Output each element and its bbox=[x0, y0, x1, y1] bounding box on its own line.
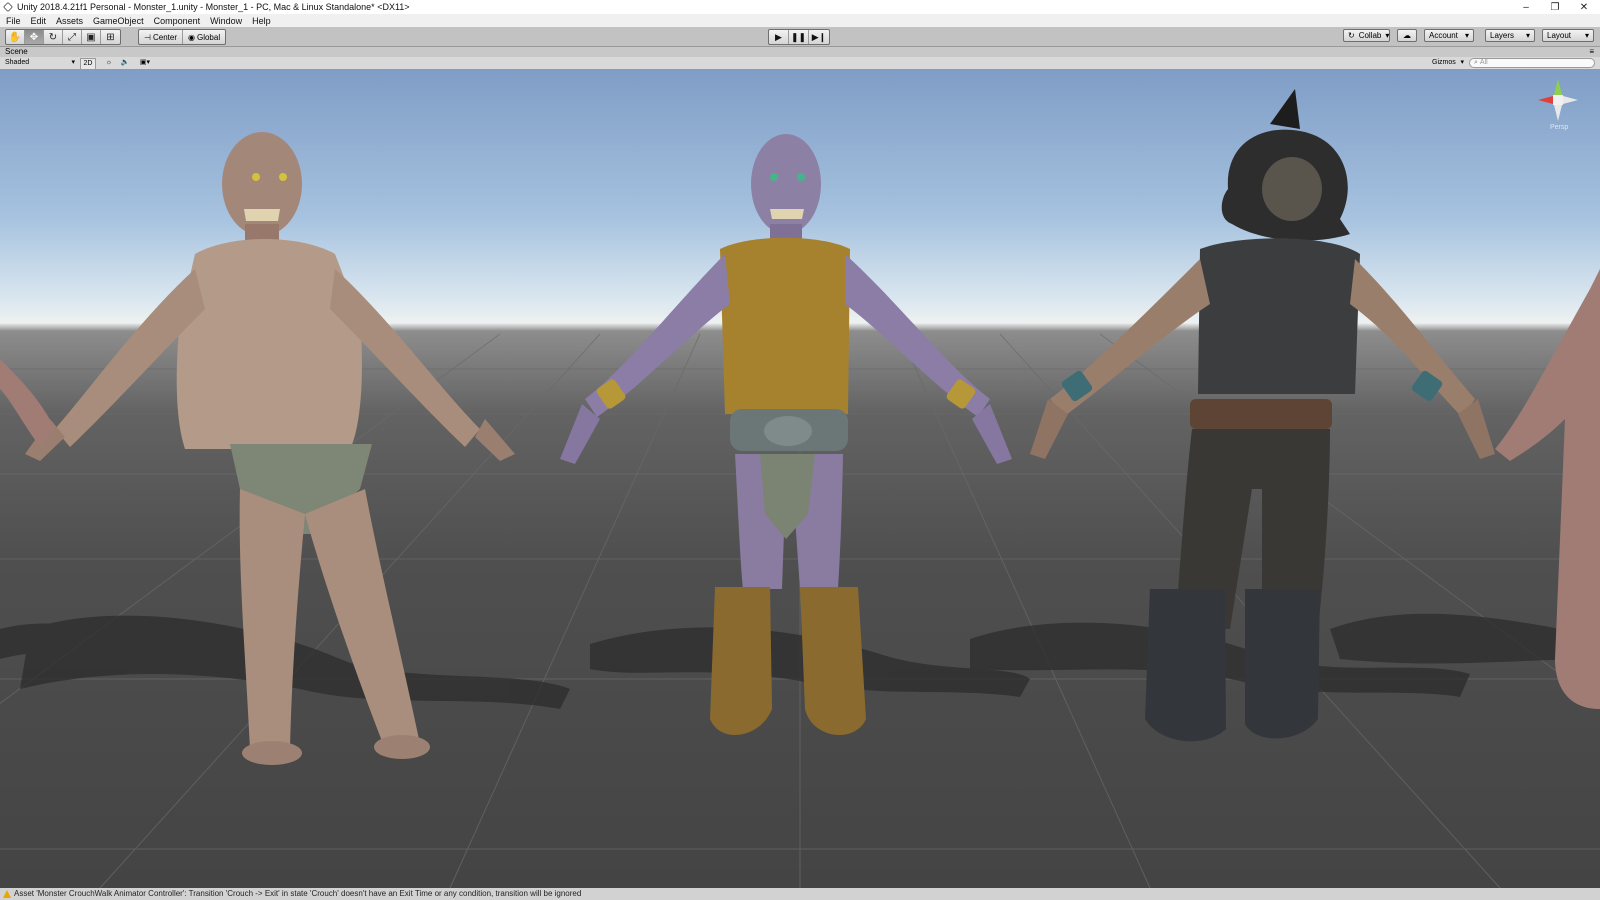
menu-window[interactable]: Window bbox=[210, 16, 242, 26]
scene-render bbox=[0, 89, 1600, 888]
step-button[interactable]: ▶❙ bbox=[809, 30, 829, 44]
chevron-down-icon: ▾ bbox=[1460, 59, 1464, 66]
offscreen-monster-left bbox=[0, 359, 55, 447]
menu-help[interactable]: Help bbox=[252, 16, 271, 26]
minimize-button[interactable]: – bbox=[1512, 0, 1540, 14]
menu-bar: File Edit Assets GameObject Component Wi… bbox=[0, 14, 1600, 27]
cloud-button[interactable]: ☁ bbox=[1397, 29, 1417, 42]
window-titlebar: Unity 2018.4.21f1 Personal - Monster_1.u… bbox=[0, 0, 1600, 14]
globe-icon: ◉ bbox=[187, 32, 195, 42]
pivot-center-button[interactable]: ⊣ Center bbox=[139, 30, 183, 44]
playback-controls: ▶ ❚❚ ▶❙ bbox=[768, 29, 830, 45]
scale-tool-icon[interactable]: ⤢ bbox=[63, 30, 82, 44]
chevron-down-icon: ▾ bbox=[1584, 31, 1589, 40]
pivot-toggles: ⊣ Center ◉ Global bbox=[138, 29, 227, 45]
chevron-down-icon: ▾ bbox=[1525, 31, 1530, 40]
menu-edit[interactable]: Edit bbox=[31, 16, 47, 26]
layers-dropdown[interactable]: Layers ▾ bbox=[1485, 29, 1535, 42]
scene-tab-label: Scene bbox=[5, 47, 28, 56]
transform-tools: ✋ ✥ ↻ ⤢ ▣ ⊞ bbox=[5, 29, 121, 45]
account-button[interactable]: Account ▾ bbox=[1424, 29, 1474, 42]
rotate-tool-icon[interactable]: ↻ bbox=[44, 30, 63, 44]
layout-dropdown[interactable]: Layout ▾ bbox=[1542, 29, 1594, 42]
chevron-down-icon: ▾ bbox=[1385, 31, 1390, 40]
console-message: Asset 'Monster CrouchWalk Animator Contr… bbox=[14, 889, 582, 898]
gizmos-dropdown[interactable]: Gizmos ▾ bbox=[1432, 58, 1464, 68]
lighting-toggle-icon[interactable]: ☼ bbox=[103, 58, 115, 68]
pause-button[interactable]: ❚❚ bbox=[789, 30, 809, 44]
menu-component[interactable]: Component bbox=[154, 16, 201, 26]
effects-toggle-icon[interactable]: ▣▾ bbox=[136, 58, 154, 68]
collab-icon: ↻ bbox=[1348, 31, 1355, 40]
play-button[interactable]: ▶ bbox=[769, 30, 789, 44]
chevron-down-icon: ▾ bbox=[71, 59, 75, 66]
console-status-bar[interactable]: Asset 'Monster CrouchWalk Animator Contr… bbox=[0, 888, 1600, 900]
window-title: Unity 2018.4.21f1 Personal - Monster_1.u… bbox=[17, 2, 410, 12]
collab-button[interactable]: ↻ Collab ▾ bbox=[1343, 29, 1390, 42]
menu-file[interactable]: File bbox=[6, 16, 21, 26]
move-tool-icon[interactable]: ✥ bbox=[25, 30, 44, 44]
audio-toggle-icon[interactable]: 🔈 bbox=[119, 58, 131, 68]
cloud-icon: ☁ bbox=[1403, 31, 1411, 40]
tab-menu-icon[interactable]: ≡ bbox=[1589, 47, 1594, 57]
chevron-down-icon: ▾ bbox=[1464, 31, 1469, 40]
warning-icon bbox=[3, 890, 11, 898]
rect-tool-icon[interactable]: ▣ bbox=[82, 30, 101, 44]
scene-tab[interactable]: Scene ≡ bbox=[0, 47, 1600, 57]
menu-assets[interactable]: Assets bbox=[56, 16, 83, 26]
transform-tool-icon[interactable]: ⊞ bbox=[101, 30, 120, 44]
scene-viewport[interactable]: Persp bbox=[0, 69, 1600, 888]
hierarchy-search-input[interactable]: ⌕ All bbox=[1469, 58, 1595, 68]
menu-gameobject[interactable]: GameObject bbox=[93, 16, 144, 26]
restore-button[interactable]: ❐ bbox=[1541, 0, 1569, 14]
pivot-icon: ⊣ bbox=[144, 32, 151, 42]
main-toolbar: ✋ ✥ ↻ ⤢ ▣ ⊞ ⊣ Center ◉ Global ▶ ❚❚ ▶❙ ↻ Col… bbox=[0, 27, 1600, 47]
close-button[interactable]: ✕ bbox=[1570, 0, 1598, 14]
search-icon: ⌕ bbox=[1474, 59, 1478, 66]
shading-mode-dropdown[interactable]: Shaded ▾ bbox=[5, 58, 75, 68]
pivot-global-button[interactable]: ◉ Global bbox=[183, 30, 225, 44]
projection-mode-label[interactable]: Persp bbox=[1550, 124, 1568, 131]
hand-tool-icon[interactable]: ✋ bbox=[6, 30, 25, 44]
unity-logo-icon bbox=[3, 2, 13, 12]
